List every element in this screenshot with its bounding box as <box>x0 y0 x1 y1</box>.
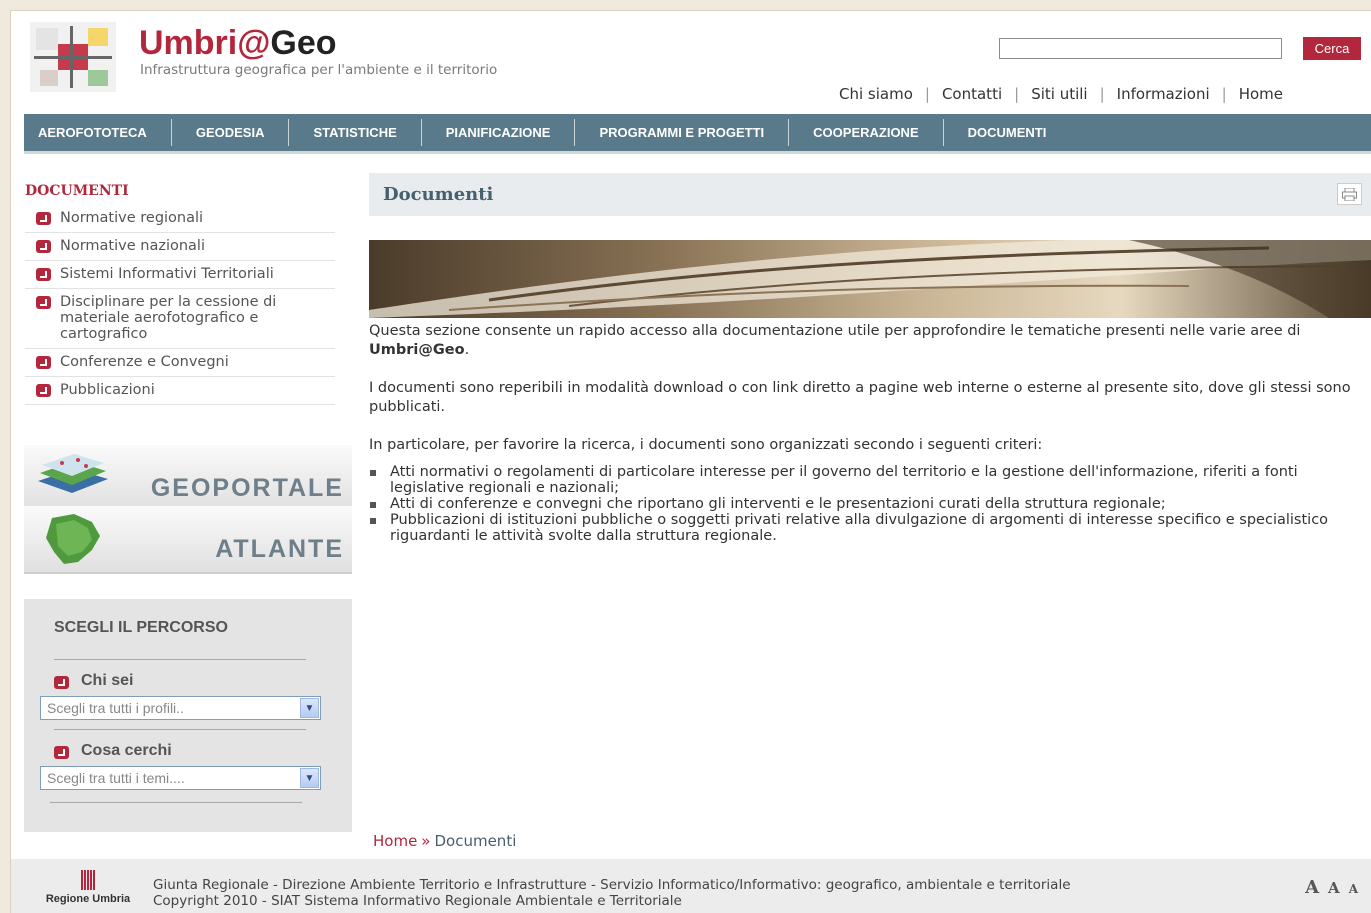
sidebar-title: DOCUMENTI <box>25 183 129 199</box>
arrow-icon <box>36 356 51 369</box>
font-size-large[interactable]: A <box>1305 877 1319 898</box>
nav-documenti[interactable]: DOCUMENTI <box>944 119 1071 146</box>
breadcrumb: Home» Documenti <box>373 832 516 850</box>
arrow-icon <box>54 745 69 759</box>
sidebar-item-label: Conferenze e Convegni <box>60 354 229 370</box>
sidebar-item-label: Normative nazionali <box>60 238 205 254</box>
arrow-icon <box>36 240 51 253</box>
sidebar-item-label: Pubblicazioni <box>60 382 155 398</box>
chi-sei-label: Chi sei <box>54 672 133 690</box>
breadcrumb-separator: » <box>421 832 431 850</box>
atlante-map-icon <box>46 514 100 564</box>
arrow-icon <box>36 296 51 309</box>
site-subtitle: Infrastruttura geografica per l'ambiente… <box>140 62 498 78</box>
site-title-part1: Umbri@ <box>139 24 271 62</box>
intro-brand: Umbri@Geo <box>369 342 465 358</box>
top-link-contatti[interactable]: Contatti <box>942 85 1002 103</box>
page-title: Documenti <box>383 184 494 205</box>
atlante-banner[interactable]: ATLANTE <box>24 506 352 574</box>
site-title-part2: Geo <box>270 24 337 62</box>
nav-programmi-e-progetti[interactable]: PROGRAMMI E PROGETTI <box>575 119 790 146</box>
site-title[interactable]: Umbri@Geo <box>139 24 337 63</box>
arrow-icon <box>36 384 51 397</box>
nav-pianificazione[interactable]: PIANIFICAZIONE <box>422 119 576 146</box>
geoportale-banner[interactable]: GEOPORTALE <box>24 445 352 513</box>
page: Umbri@Geo Infrastruttura geografica per … <box>10 10 1371 913</box>
percorso-title: SCEGLI IL PERCORSO <box>54 619 228 636</box>
sidebar-menu: Normative regionali Normative nazionali … <box>25 205 335 405</box>
footer-text: Giunta Regionale - Direzione Ambiente Te… <box>153 877 1071 909</box>
divider <box>54 729 306 730</box>
chevron-down-icon[interactable]: ▼ <box>300 698 319 718</box>
criteria-paragraph: In particolare, per favorire la ricerca,… <box>369 437 1043 453</box>
top-link-separator: | <box>1221 85 1227 103</box>
regione-umbria-logo[interactable]: Regione Umbria <box>33 870 143 905</box>
breadcrumb-home[interactable]: Home <box>373 832 417 850</box>
divider <box>54 659 306 660</box>
top-links: Chi siamo | Contatti | Siti utili | Info… <box>839 85 1283 103</box>
intro-text: Questa sezione consente un rapido access… <box>369 323 1301 339</box>
cosa-cerchi-label: Cosa cerchi <box>54 742 172 760</box>
list-item: Atti di conferenze e convegni che riport… <box>369 496 1359 512</box>
footer-line1: Giunta Regionale - Direzione Ambiente Te… <box>153 877 1071 893</box>
top-link-separator: | <box>1099 85 1105 103</box>
list-item: Pubblicazioni di istituzioni pubbliche o… <box>369 512 1359 544</box>
scegli-percorso-box: SCEGLI IL PERCORSO Chi sei Scegli tra tu… <box>24 599 352 832</box>
sidebar-item-label: Disciplinare per la cessione di material… <box>60 294 277 342</box>
font-size-small[interactable]: A <box>1349 882 1358 896</box>
main-nav: AEROFOTOTECA GEODESIA STATISTICHE PIANIF… <box>24 114 1371 154</box>
regione-umbria-emblem-icon <box>81 870 95 890</box>
sidebar-item-normative-regionali[interactable]: Normative regionali <box>25 205 335 233</box>
footer-copyright: Copyright 2010 - SIAT Sistema Informativ… <box>153 893 682 909</box>
regione-umbria-label: Regione Umbria <box>45 893 131 905</box>
sidebar-item-sistemi-informativi[interactable]: Sistemi Informativi Territoriali <box>25 261 335 289</box>
font-size-controls: A A A <box>1305 877 1358 898</box>
search-input[interactable] <box>999 38 1282 59</box>
intro-paragraph: Questa sezione consente un rapido access… <box>369 322 1359 360</box>
sidebar-item-normative-nazionali[interactable]: Normative nazionali <box>25 233 335 261</box>
sidebar-item-label: Sistemi Informativi Territoriali <box>60 266 274 282</box>
top-link-separator: | <box>1014 85 1020 103</box>
nav-cooperazione[interactable]: COOPERAZIONE <box>789 119 944 146</box>
chi-sei-select[interactable]: Scegli tra tutti i profili.. ▼ <box>40 696 321 720</box>
intro-end: . <box>464 342 470 358</box>
site-logo-mark[interactable] <box>30 22 116 92</box>
list-item: Atti normativi o regolamenti di particol… <box>369 464 1359 496</box>
nav-aerofototeca[interactable]: AEROFOTOTECA <box>24 119 172 146</box>
cosa-cerchi-text: Cosa cerchi <box>81 742 172 759</box>
download-paragraph: I documenti sono reperibili in modalità … <box>369 380 1351 415</box>
nav-statistiche[interactable]: STATISTICHE <box>289 119 422 146</box>
content-header: Documenti <box>369 173 1371 216</box>
top-link-siti-utili[interactable]: Siti utili <box>1031 85 1087 103</box>
chi-sei-text: Chi sei <box>81 672 134 689</box>
geoportale-label: GEOPORTALE <box>150 474 344 502</box>
divider <box>50 802 302 803</box>
documents-hero-image <box>369 240 1371 318</box>
chi-sei-select-value: Scegli tra tutti i profili.. <box>47 700 184 716</box>
sidebar-item-pubblicazioni[interactable]: Pubblicazioni <box>25 377 335 405</box>
cosa-cerchi-select-value: Scegli tra tutti i temi.... <box>47 770 185 786</box>
top-link-chi-siamo[interactable]: Chi siamo <box>839 85 913 103</box>
breadcrumb-current: Documenti <box>434 832 517 850</box>
sidebar-item-conferenze[interactable]: Conferenze e Convegni <box>25 349 335 377</box>
geoportale-map-icon <box>38 454 108 493</box>
arrow-icon <box>54 675 69 689</box>
chevron-down-icon[interactable]: ▼ <box>300 768 319 788</box>
top-link-home[interactable]: Home <box>1239 85 1283 103</box>
atlante-label: ATLANTE <box>215 535 344 563</box>
sidebar-item-disciplinare[interactable]: Disciplinare per la cessione di material… <box>25 289 335 349</box>
font-size-medium[interactable]: A <box>1328 879 1340 897</box>
footer: Regione Umbria Giunta Regionale - Direzi… <box>11 859 1371 913</box>
arrow-icon <box>36 212 51 225</box>
arrow-icon <box>36 268 51 281</box>
cosa-cerchi-select[interactable]: Scegli tra tutti i temi.... ▼ <box>40 766 321 790</box>
nav-geodesia[interactable]: GEODESIA <box>172 119 290 146</box>
content-body: Questa sezione consente un rapido access… <box>369 322 1359 544</box>
criteria-list: Atti normativi o regolamenti di particol… <box>369 464 1359 544</box>
search-button[interactable]: Cerca <box>1303 37 1361 60</box>
print-icon[interactable] <box>1337 183 1362 205</box>
top-link-informazioni[interactable]: Informazioni <box>1117 85 1210 103</box>
sidebar-item-label: Normative regionali <box>60 210 204 226</box>
top-link-separator: | <box>924 85 930 103</box>
